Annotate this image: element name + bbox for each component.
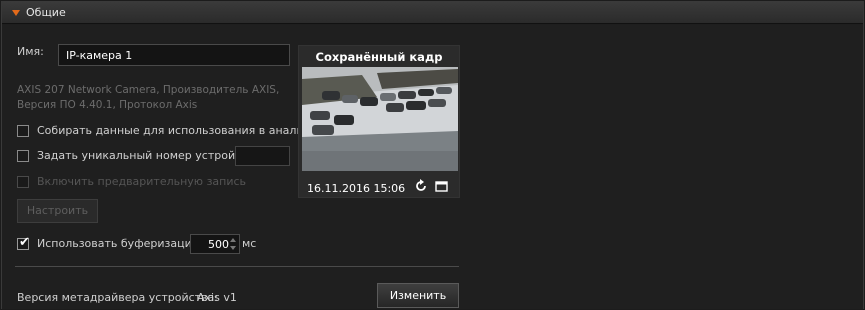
chevron-down-icon[interactable] [230, 246, 236, 250]
buffer-size-value[interactable]: 500 [191, 238, 229, 251]
analytics-label: Собирать данные для использования в анал… [37, 124, 331, 137]
metadriver-label: Версия метадрайвера устройства: [17, 291, 218, 304]
saved-frame-preview: Сохранённый кадр 16.11.2016 15:06 [298, 45, 460, 198]
name-label: Имя: [17, 45, 44, 58]
analytics-checkbox[interactable] [17, 125, 29, 137]
prerecord-checkbox [17, 176, 29, 188]
device-info: AXIS 207 Network Camera, Производитель A… [17, 83, 279, 113]
stepper-arrows[interactable] [229, 236, 238, 252]
camera-snapshot [302, 67, 458, 171]
section-content: Имя: AXIS 207 Network Camera, Производит… [2, 25, 863, 309]
buffer-unit-label: мс [242, 237, 257, 250]
general-settings-panel: Общие Имя: AXIS 207 Network Camera, Прои… [1, 1, 864, 309]
prerecord-label: Включить предварительную запись [37, 175, 247, 188]
device-info-line-2: Версия ПО 4.40.1, Протокол Axis [17, 99, 198, 111]
device-info-line-1: AXIS 207 Network Camera, Производитель A… [17, 84, 280, 96]
refresh-icon[interactable] [414, 179, 428, 193]
preview-title: Сохранённый кадр [315, 50, 443, 64]
buffering-label: Использовать буферизацию [37, 237, 201, 250]
checkmark-icon: ✔ [19, 235, 30, 250]
window-icon[interactable] [435, 180, 449, 192]
section-header[interactable]: Общие [2, 2, 863, 24]
unique-number-input[interactable] [235, 146, 290, 166]
setup-button: Настроить [17, 199, 98, 223]
change-button[interactable]: Изменить [377, 283, 459, 308]
section-title: Общие [26, 6, 66, 19]
preview-timestamp: 16.11.2016 15:06 [307, 182, 406, 195]
divider [15, 266, 459, 267]
unique-number-label: Задать уникальный номер устройства [37, 149, 261, 162]
unique-number-checkbox[interactable] [17, 150, 29, 162]
buffering-checkbox[interactable]: ✔ [17, 235, 30, 250]
camera-name-input[interactable] [58, 44, 290, 66]
buffer-size-stepper[interactable]: 500 [190, 234, 240, 254]
metadriver-value: Axis v1 [197, 291, 237, 304]
chevron-up-icon[interactable] [230, 238, 236, 242]
triangle-down-icon[interactable] [12, 10, 20, 16]
